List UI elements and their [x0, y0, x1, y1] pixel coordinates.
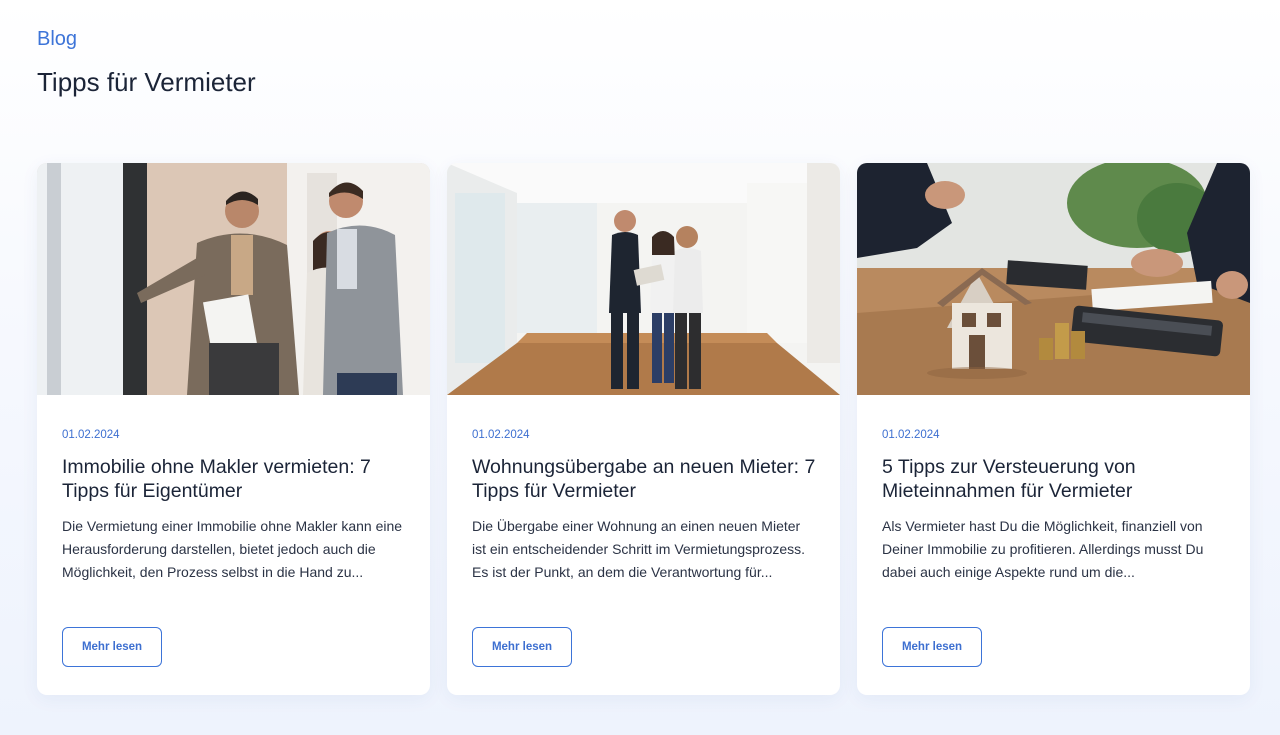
card-title[interactable]: Wohnungsübergabe an neuen Mieter: 7 Tipp…: [472, 455, 816, 503]
page-title: Tipps für Vermieter: [37, 67, 256, 97]
read-more-button[interactable]: Mehr lesen: [882, 627, 982, 667]
card-excerpt: Die Vermietung einer Immobilie ohne Makl…: [62, 518, 403, 580]
card-body: 01.02.2024 Wohnungsübergabe an neuen Mie…: [447, 395, 840, 607]
card-excerpt: Als Vermieter hast Du die Möglichkeit, f…: [882, 518, 1204, 580]
card-excerpt: Die Übergabe einer Wohnung an einen neue…: [472, 518, 806, 580]
read-more-button[interactable]: Mehr lesen: [62, 627, 162, 667]
apartment-handover-photo[interactable]: [447, 163, 840, 395]
card-date: 01.02.2024: [472, 429, 530, 441]
blog-card: 01.02.2024 Wohnungsübergabe an neuen Mie…: [447, 163, 840, 695]
card-title[interactable]: 5 Tipps zur Versteuerung von Mieteinnahm…: [882, 455, 1226, 503]
card-body: 01.02.2024 5 Tipps zur Versteuerung von …: [857, 395, 1250, 607]
house-model-coins-calculator-photo[interactable]: [857, 163, 1250, 395]
read-more-button[interactable]: Mehr lesen: [472, 627, 572, 667]
card-date: 01.02.2024: [882, 429, 940, 441]
blog-card: 01.02.2024 Immobilie ohne Makler vermiet…: [37, 163, 430, 695]
blog-header: Blog Tipps für Vermieter: [37, 26, 256, 98]
landlord-showing-apartment-photo[interactable]: [37, 163, 430, 395]
card-body: 01.02.2024 Immobilie ohne Makler vermiet…: [37, 395, 430, 607]
blog-card: 01.02.2024 5 Tipps zur Versteuerung von …: [857, 163, 1250, 695]
section-eyebrow: Blog: [37, 28, 78, 50]
card-title[interactable]: Immobilie ohne Makler vermieten: 7 Tipps…: [62, 455, 406, 503]
blog-card-list: 01.02.2024 Immobilie ohne Makler vermiet…: [37, 163, 1250, 695]
card-date: 01.02.2024: [62, 429, 120, 441]
